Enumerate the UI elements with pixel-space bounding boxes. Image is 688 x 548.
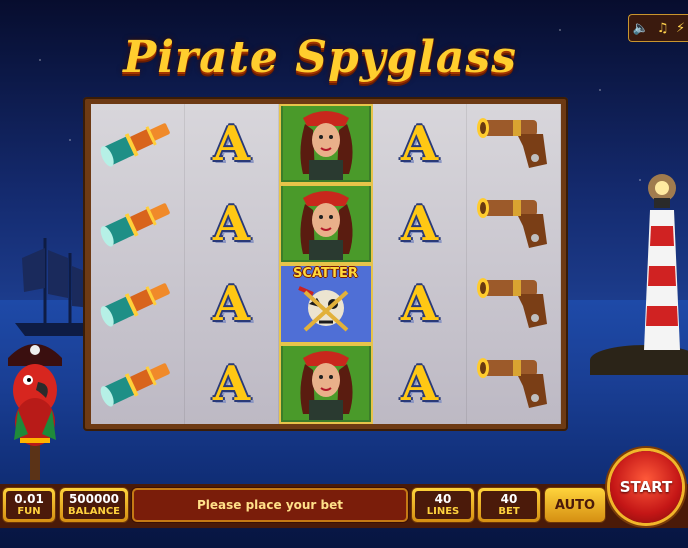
start-button[interactable]: START [610,451,682,523]
reel-cell [279,344,373,424]
reels-grid: A A A A A SCATTER A A A [91,104,561,424]
letter-a-symbol: A [400,116,439,172]
bet-value: 40 [500,492,518,506]
spyglass-icon [97,190,179,258]
coin-label: FUN [17,506,41,517]
pirate-woman-icon [282,344,369,424]
reel-cell: A [373,184,467,264]
reel-cell: A [185,264,279,344]
reel-cell [91,344,185,424]
reel-cell [91,184,185,264]
lines-label: LINES [426,506,460,517]
game-stage: Pirate Spyglass 🔈 ♫ ⚡ A A A A A SCATTER A A A 0.… [0,0,688,548]
reel-cell [467,264,561,344]
message-display: Please place your bet [132,488,408,522]
letter-a-symbol: A [212,116,251,172]
letter-a-symbol: A [212,196,251,252]
bet-selector[interactable]: 40 BET [478,488,540,522]
reel-cell [467,344,561,424]
parrot-mascot-icon [8,344,62,480]
bet-label: BET [498,506,520,517]
reel-cell [91,264,185,344]
lighthouse-icon [644,174,680,350]
reel-cell: A [185,344,279,424]
letter-a-symbol: A [212,356,251,412]
reel-cell: A [373,344,467,424]
pistol-icon [473,190,555,258]
lightning-icon[interactable]: ⚡ [676,21,685,36]
reel-cell [467,104,561,184]
pistol-icon [473,270,555,338]
balance-box: 500000 BALANCE [60,488,128,522]
lines-value: 40 [434,492,452,506]
letter-a-symbol: A [400,276,439,332]
auto-label: AUTO [554,497,596,513]
music-icon[interactable]: ♫ [657,21,669,36]
scatter-label: SCATTER [293,266,358,281]
sound-panel[interactable]: 🔈 ♫ ⚡ [628,14,688,42]
reel-cell: SCATTER [279,264,373,344]
reel-cell: A [373,104,467,184]
game-title: Pirate Spyglass [123,32,517,83]
reel-cell [279,184,373,264]
letter-a-symbol: A [400,196,439,252]
pirate-woman-icon [282,184,369,264]
pistol-icon [473,350,555,418]
reel-cell [91,104,185,184]
letter-a-symbol: A [400,356,439,412]
reel-cell [467,184,561,264]
reel-cell: A [185,104,279,184]
reel-cell: A [373,264,467,344]
spyglass-icon [97,350,179,418]
spyglass-icon [97,270,179,338]
pirate-woman-icon [282,104,369,184]
coin-value-box[interactable]: 0.01 FUN [3,488,55,522]
lines-selector[interactable]: 40 LINES [412,488,474,522]
balance-label: BALANCE [67,506,120,517]
start-label: START [619,478,673,496]
pistol-icon [473,110,555,178]
spyglass-icon [97,110,179,178]
auto-button[interactable]: AUTO [545,488,605,522]
speaker-icon[interactable]: 🔈 [633,21,649,36]
coin-value: 0.01 [14,492,44,506]
balance-value: 500000 [68,492,120,506]
reel-cell: A [185,184,279,264]
message-text: Please place your bet [196,498,343,512]
letter-a-symbol: A [212,276,251,332]
reel-cell [279,104,373,184]
